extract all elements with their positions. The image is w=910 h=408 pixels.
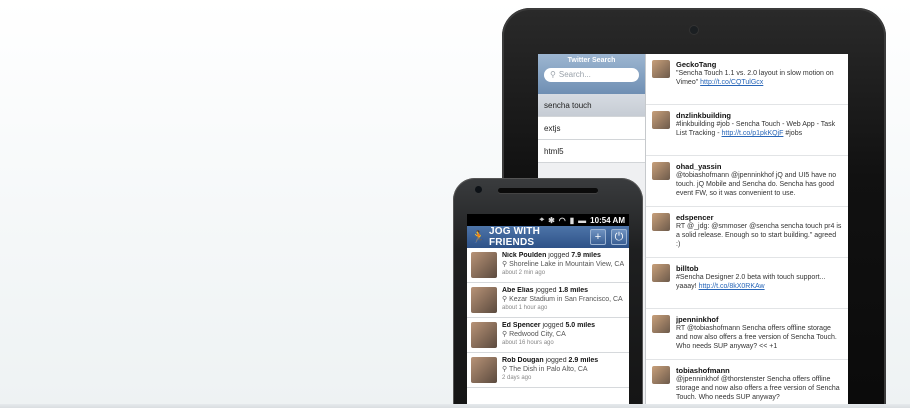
tweet-item[interactable]: edspencer RT @_jdg: @smmoser @sencha sen… <box>646 207 848 258</box>
tweet-item[interactable]: tobiashofmann @jpenninkhof @thorstenster… <box>646 360 848 408</box>
app-title: JOG WITH FRIENDS <box>488 226 540 248</box>
avatar <box>471 252 497 278</box>
run-location: The Dish in Palo Alto, CA <box>508 365 588 373</box>
sidebar-header: Twitter Search ⚲ Search... <box>538 54 645 94</box>
status-time: 10:54 AM <box>590 215 625 225</box>
power-button[interactable]: ⏻ <box>611 229 627 245</box>
run-distance: 7.9 miles <box>571 252 601 259</box>
tweet-user: GeckoTang <box>676 60 717 69</box>
tweet-link[interactable]: http://t.co/p1pkKQjF <box>722 130 784 137</box>
list-item[interactable]: Ed Spencer jogged 5.0 miles ⚲ Redwood Ci… <box>467 318 629 353</box>
phone-device: ⌖ ✱ ◠ ▮ ▬ 10:54 AM 🏃 JOG WITH FRIENDS + … <box>453 178 643 408</box>
sidebar-item-html5[interactable]: html5 <box>538 140 645 163</box>
avatar <box>471 322 497 348</box>
tablet-camera <box>690 26 698 34</box>
avatar <box>652 366 670 384</box>
run-distance: 2.9 miles <box>568 357 599 364</box>
bluetooth-icon: ✱ <box>548 215 555 225</box>
runner-name: Ed Spencer <box>502 322 541 329</box>
jogged-word: jogged <box>542 322 564 329</box>
tweet-item[interactable]: billtob #Sencha Designer 2.0 beta with t… <box>646 258 848 309</box>
wifi-icon: ◠ <box>558 215 566 225</box>
status-bar: ⌖ ✱ ◠ ▮ ▬ 10:54 AM <box>467 214 629 226</box>
run-time: about 2 min ago <box>502 270 546 276</box>
avatar <box>471 357 497 383</box>
run-time: about 16 hours ago <box>502 340 554 346</box>
location-pin-icon: ⚲ <box>502 295 508 303</box>
avatar <box>652 264 670 282</box>
tweet-item[interactable]: GeckoTang "Sencha Touch 1.1 vs. 2.0 layo… <box>646 54 848 105</box>
sidebar-item-extjs[interactable]: extjs <box>538 117 645 140</box>
tweet-text: @jpenninkhof @thorstenster Sencha offers… <box>676 376 840 401</box>
run-location: Redwood City, CA <box>509 330 566 338</box>
search-input[interactable]: ⚲ Search... <box>544 68 639 82</box>
list-item[interactable]: Nick Poulden jogged 7.9 miles ⚲ Shorelin… <box>467 248 629 283</box>
tweet-text: RT @_jdg: @smmoser @sencha sencha touch … <box>676 223 842 248</box>
tweet-text: RT @tobiashofmann Sencha offers offline … <box>676 325 837 350</box>
runner-name: Abe Elias <box>502 287 534 294</box>
run-time: about 1 hour ago <box>502 305 548 311</box>
avatar <box>652 213 670 231</box>
avatar <box>652 162 670 180</box>
avatar <box>652 315 670 333</box>
tweet-user: edspencer <box>676 213 714 222</box>
list-item[interactable]: Abe Elias jogged 1.8 miles ⚲ Kezar Stadi… <box>467 283 629 318</box>
avatar <box>652 60 670 78</box>
app-toolbar: 🏃 JOG WITH FRIENDS + ⏻ <box>467 226 629 248</box>
list-item[interactable]: Rob Dougan jogged 2.9 miles ⚲ The Dish i… <box>467 353 629 388</box>
tweet-user: tobiashofmann <box>676 366 730 375</box>
avatar <box>471 287 497 313</box>
signal-icon: ▮ <box>569 215 575 225</box>
run-time: 2 days ago <box>502 375 532 381</box>
run-distance: 5.0 miles <box>565 322 596 329</box>
phone-screen: ⌖ ✱ ◠ ▮ ▬ 10:54 AM 🏃 JOG WITH FRIENDS + … <box>467 214 629 408</box>
sidebar-title: Twitter Search <box>567 57 616 64</box>
tweet-item[interactable]: dnzlinkbuilding #linkbuilding #job - Sen… <box>646 105 848 156</box>
tweet-item[interactable]: ohad_yassin @tobiashofmann @jpenninkhof … <box>646 156 848 207</box>
location-pin-icon: ⚲ <box>502 365 508 373</box>
tweet-tail: #jobs <box>785 130 803 137</box>
tweet-user: ohad_yassin <box>676 162 722 171</box>
tweet-feed: GeckoTang "Sencha Touch 1.1 vs. 2.0 layo… <box>646 54 848 408</box>
tweet-item[interactable]: jpenninkhof RT @tobiashofmann Sencha off… <box>646 309 848 360</box>
phone-speaker <box>498 188 598 193</box>
jogged-word: jogged <box>548 252 570 259</box>
tweet-text: @tobiashofmann @jpenninkhof jQ and UI5 h… <box>676 172 837 197</box>
battery-icon: ▬ <box>578 215 587 225</box>
search-placeholder: Search... <box>558 70 591 79</box>
location-pin-icon: ⚲ <box>502 330 508 338</box>
run-location: Kezar Stadium in San Francisco, CA <box>509 295 623 303</box>
location-pin-icon: ⚲ <box>502 260 508 268</box>
run-location: Shoreline Lake in Mountain View, CA <box>509 260 625 268</box>
gps-icon: ⌖ <box>539 215 545 224</box>
floor-shadow <box>0 404 910 408</box>
tweet-user: billtob <box>676 264 699 273</box>
add-button[interactable]: + <box>590 229 606 245</box>
runner-name: Rob Dougan <box>502 357 544 364</box>
tweet-link[interactable]: http://t.co/8kX0RKAw <box>699 283 765 290</box>
sidebar-item-sencha-touch[interactable]: sencha touch <box>538 94 645 117</box>
jogged-word: jogged <box>535 287 557 294</box>
jogged-word: jogged <box>545 357 567 364</box>
tweet-link[interactable]: http://t.co/CQTulGcx <box>700 79 763 86</box>
runner-icon: 🏃 <box>471 230 486 244</box>
tweet-user: jpenninkhof <box>676 315 719 324</box>
runner-name: Nick Poulden <box>502 252 547 259</box>
run-distance: 1.8 miles <box>558 287 589 294</box>
avatar <box>652 111 670 129</box>
phone-camera <box>475 186 482 193</box>
search-icon: ⚲ <box>550 70 556 79</box>
tweet-user: dnzlinkbuilding <box>676 111 731 120</box>
